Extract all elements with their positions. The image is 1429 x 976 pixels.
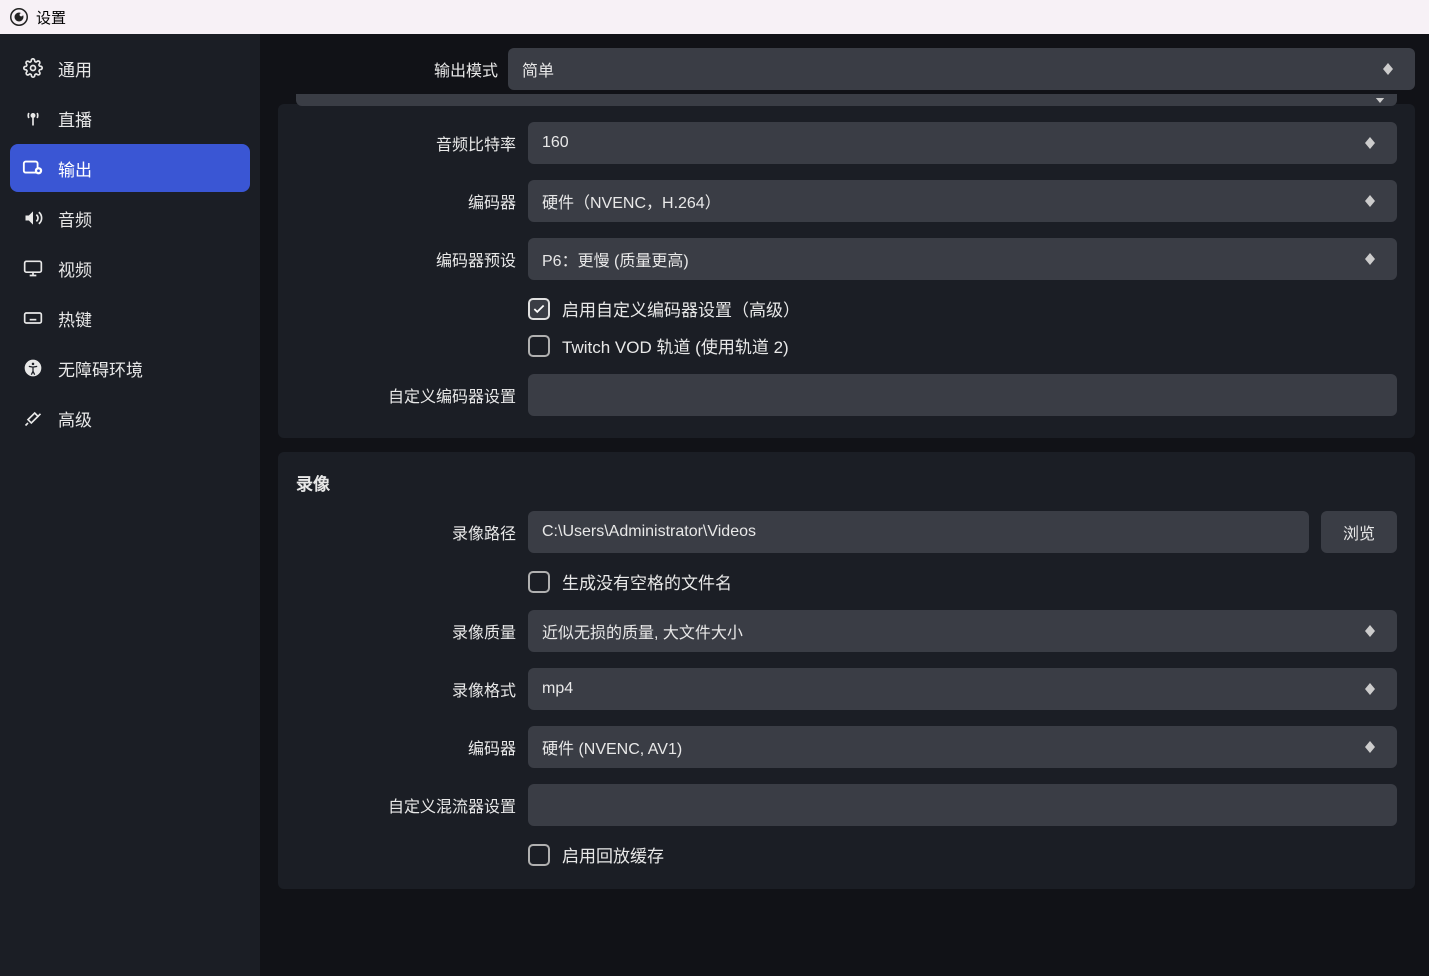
sidebar-item-label: 热键 (58, 306, 92, 331)
updown-icon (1357, 238, 1383, 280)
output-mode-label: 输出模式 (278, 57, 498, 81)
settings-sidebar: 通用 直播 输出 音频 视频 (0, 34, 260, 976)
sidebar-item-accessibility[interactable]: 无障碍环境 (10, 344, 250, 392)
twitch-vod-checkbox[interactable] (528, 335, 550, 357)
gear-icon (22, 57, 44, 79)
antenna-icon (22, 107, 44, 129)
updown-icon (1357, 610, 1383, 652)
streaming-panel: 音频比特率 160 编码器 硬件（NVENC，H.264） (278, 104, 1415, 438)
custom-encoder-label: 启用自定义编码器设置（高级） (562, 296, 800, 321)
sidebar-item-label: 高级 (58, 406, 92, 431)
sidebar-item-stream[interactable]: 直播 (10, 94, 250, 142)
accessibility-icon (22, 357, 44, 379)
recording-encoder-value: 硬件 (NVENC, AV1) (542, 735, 682, 759)
updown-icon (1375, 48, 1401, 90)
recording-encoder-select[interactable]: 硬件 (NVENC, AV1) (528, 726, 1397, 768)
app-logo-icon (10, 8, 28, 26)
streaming-encoder-label: 编码器 (296, 189, 516, 213)
sidebar-item-label: 输出 (58, 156, 92, 181)
custom-enc-settings-label: 自定义编码器设置 (296, 383, 516, 407)
recording-path-label: 录像路径 (296, 520, 516, 544)
title-bar: 设置 (0, 0, 1429, 34)
updown-icon (1357, 726, 1383, 768)
replay-buffer-label: 启用回放缓存 (562, 842, 664, 867)
encoder-preset-select[interactable]: P6：更慢 (质量更高) (528, 238, 1397, 280)
recording-format-value: mp4 (542, 680, 573, 698)
browse-button[interactable]: 浏览 (1321, 511, 1397, 553)
replay-buffer-checkbox[interactable] (528, 844, 550, 866)
settings-content: 输出模式 简单 音频比特率 160 (260, 34, 1429, 976)
audio-bitrate-spin[interactable]: 160 (528, 122, 1397, 164)
partial-select-remnant[interactable] (296, 94, 1397, 106)
custom-mux-input[interactable] (528, 784, 1397, 826)
encoder-preset-label: 编码器预设 (296, 247, 516, 271)
sidebar-item-label: 视频 (58, 256, 92, 281)
updown-icon (1357, 122, 1383, 164)
window-title: 设置 (36, 7, 66, 28)
recording-panel: 录像 录像路径 C:\Users\Administrator\Videos 浏览 (278, 452, 1415, 889)
streaming-encoder-select[interactable]: 硬件（NVENC，H.264） (528, 180, 1397, 222)
output-mode-row: 输出模式 简单 (278, 48, 1415, 90)
twitch-vod-label: Twitch VOD 轨道 (使用轨道 2) (562, 333, 789, 358)
output-mode-select[interactable]: 简单 (508, 48, 1415, 90)
recording-quality-label: 录像质量 (296, 619, 516, 643)
no-spaces-checkbox[interactable] (528, 571, 550, 593)
sidebar-item-audio[interactable]: 音频 (10, 194, 250, 242)
audio-bitrate-value: 160 (542, 134, 569, 152)
sidebar-item-label: 直播 (58, 106, 92, 131)
updown-icon (1357, 180, 1383, 222)
tools-icon (22, 407, 44, 429)
sidebar-item-advanced[interactable]: 高级 (10, 394, 250, 442)
sidebar-item-label: 无障碍环境 (58, 356, 143, 381)
encoder-preset-value: P6：更慢 (质量更高) (542, 247, 689, 271)
updown-icon (1357, 668, 1383, 710)
sidebar-item-label: 通用 (58, 56, 92, 81)
sidebar-item-general[interactable]: 通用 (10, 44, 250, 92)
output-mode-value: 简单 (522, 57, 554, 81)
audio-bitrate-label: 音频比特率 (296, 131, 516, 155)
streaming-encoder-value: 硬件（NVENC，H.264） (542, 189, 721, 213)
recording-path-value: C:\Users\Administrator\Videos (542, 523, 756, 541)
sidebar-item-hotkeys[interactable]: 热键 (10, 294, 250, 342)
speaker-icon (22, 207, 44, 229)
custom-mux-label: 自定义混流器设置 (296, 793, 516, 817)
recording-format-label: 录像格式 (296, 677, 516, 701)
monitor-icon (22, 257, 44, 279)
recording-format-select[interactable]: mp4 (528, 668, 1397, 710)
custom-enc-settings-input[interactable] (528, 374, 1397, 416)
output-icon (22, 157, 44, 179)
recording-section-title: 录像 (296, 470, 1397, 495)
sidebar-item-label: 音频 (58, 206, 92, 231)
keyboard-icon (22, 307, 44, 329)
recording-path-input[interactable]: C:\Users\Administrator\Videos (528, 511, 1309, 553)
custom-encoder-checkbox[interactable] (528, 298, 550, 320)
recording-quality-select[interactable]: 近似无损的质量, 大文件大小 (528, 610, 1397, 652)
sidebar-item-video[interactable]: 视频 (10, 244, 250, 292)
no-spaces-label: 生成没有空格的文件名 (562, 569, 732, 594)
sidebar-item-output[interactable]: 输出 (10, 144, 250, 192)
recording-encoder-label: 编码器 (296, 735, 516, 759)
recording-quality-value: 近似无损的质量, 大文件大小 (542, 619, 743, 643)
